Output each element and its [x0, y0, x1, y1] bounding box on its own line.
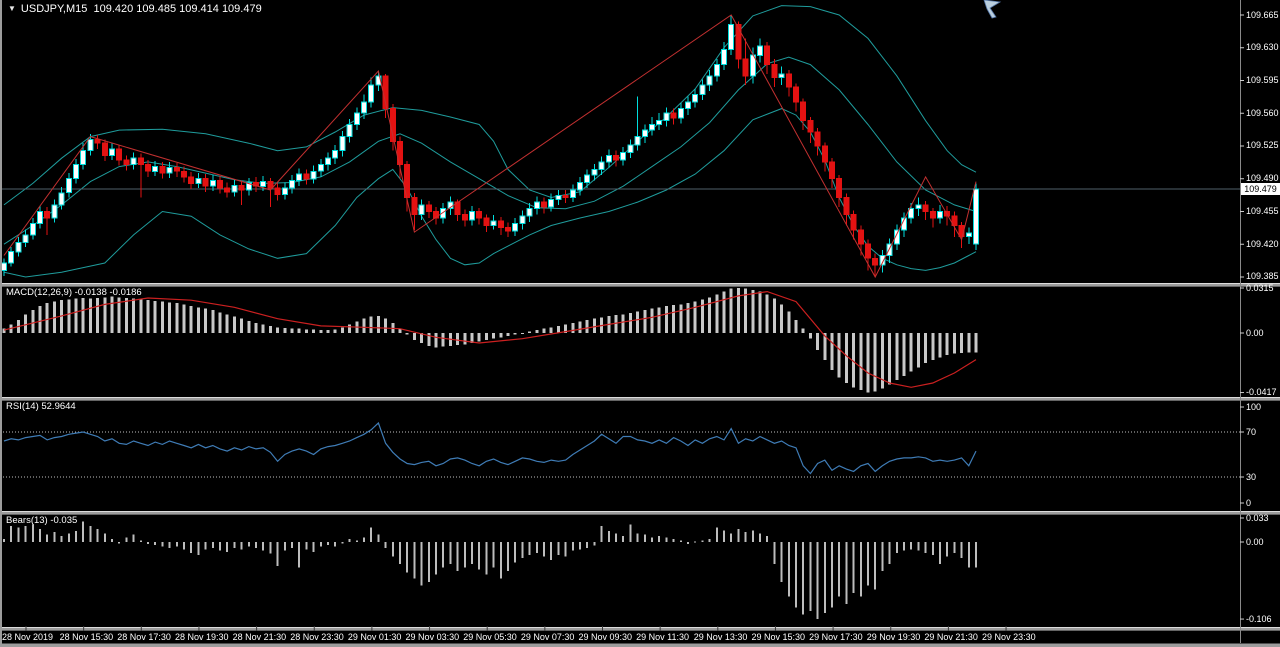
macd-tick-label: -0.0417 — [1246, 387, 1277, 397]
bears-indicator-label: Bears(13) -0.035 — [6, 515, 77, 526]
rsi-indicator-label: RSI(14) 52.9644 — [6, 401, 76, 412]
macd-signal-line — [4, 292, 976, 388]
symbol-timeframe-label: USDJPY,M15 — [21, 3, 87, 15]
time-axis-label: 28 Nov 17:30 — [117, 632, 171, 642]
window-left-border — [0, 0, 2, 647]
macd-tick-label: 0.0315 — [1246, 283, 1274, 293]
time-axis-label: 29 Nov 17:30 — [809, 632, 863, 642]
time-axis-label: 29 Nov 05:30 — [463, 632, 517, 642]
time-axis-label: 29 Nov 15:30 — [751, 632, 805, 642]
rsi-tick-label: 100 — [1246, 402, 1261, 412]
time-axis-label: 28 Nov 15:30 — [60, 632, 114, 642]
rsi-tick-label: 0 — [1246, 498, 1251, 508]
macd-tick-label: 0.00 — [1246, 328, 1264, 338]
bears-tick-label: -0.106 — [1246, 614, 1272, 624]
time-axis-label: 29 Nov 23:30 — [982, 632, 1036, 642]
candlestick-series — [2, 15, 979, 277]
bears-histogram — [3, 522, 977, 620]
time-axis-label: 29 Nov 09:30 — [579, 632, 633, 642]
price-tick-label: 109.560 — [1246, 108, 1279, 118]
price-tick-label: 109.455 — [1246, 206, 1279, 216]
time-axis-label: 28 Nov 23:30 — [290, 632, 344, 642]
chart-canvas[interactable] — [0, 0, 1280, 647]
chevron-down-icon: ▼ — [8, 4, 16, 13]
bollinger-middle-line — [4, 57, 976, 244]
macd-histogram — [3, 288, 978, 393]
time-axis-label: 29 Nov 11:30 — [636, 632, 689, 642]
time-axis-label: 29 Nov 21:30 — [924, 632, 978, 642]
current-price-badge: 109.479 — [1241, 183, 1280, 195]
rsi-line — [4, 423, 976, 474]
time-axis-label: 28 Nov 2019 — [2, 632, 53, 642]
mouse-cursor — [984, 0, 1000, 18]
bears-tick-label: 0.00 — [1246, 537, 1264, 547]
price-tick-label: 109.595 — [1246, 75, 1279, 85]
price-tick-label: 109.490 — [1246, 173, 1279, 183]
time-axis-label: 29 Nov 03:30 — [406, 632, 460, 642]
price-tick-label: 109.630 — [1246, 42, 1279, 52]
time-axis-label: 28 Nov 19:30 — [175, 632, 229, 642]
bears-tick-label: 0.033 — [1246, 513, 1269, 523]
zigzag-trendlines — [4, 15, 976, 277]
chart-title: ▼ USDJPY,M15 109.420 109.485 109.414 109.… — [8, 3, 262, 15]
price-tick-label: 109.420 — [1246, 239, 1279, 249]
time-axis-label: 29 Nov 07:30 — [521, 632, 575, 642]
ohlc-quote-label: 109.420 109.485 109.414 109.479 — [93, 3, 261, 15]
time-axis-label: 28 Nov 21:30 — [233, 632, 287, 642]
price-tick-label: 109.385 — [1246, 271, 1279, 281]
price-tick-label: 109.665 — [1246, 10, 1279, 20]
time-axis-label: 29 Nov 19:30 — [867, 632, 921, 642]
bollinger-lower-line — [4, 109, 976, 277]
time-axis-label: 29 Nov 01:30 — [348, 632, 402, 642]
time-axis-label: 29 Nov 13:30 — [694, 632, 748, 642]
rsi-tick-label: 30 — [1246, 472, 1256, 482]
macd-indicator-label: MACD(12,26,9) -0.0138 -0.0186 — [6, 287, 142, 298]
price-tick-label: 109.525 — [1246, 140, 1279, 150]
chart-window: ▼ USDJPY,M15 109.420 109.485 109.414 109.… — [0, 0, 1280, 647]
rsi-tick-label: 70 — [1246, 427, 1256, 437]
